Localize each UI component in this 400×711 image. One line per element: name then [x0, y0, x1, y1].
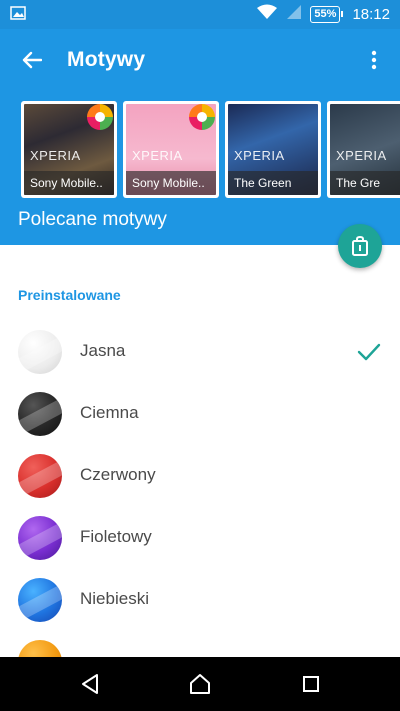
- featured-themes-carousel[interactable]: XPERIA Sony Mobile.. XPERIA Sony Mobile.…: [21, 101, 400, 198]
- nav-recents-button[interactable]: [296, 669, 326, 699]
- theme-row-niebieski[interactable]: Niebieski: [0, 569, 400, 631]
- theme-brand: XPERIA: [234, 148, 285, 163]
- theme-brand: XPERIA: [132, 148, 183, 163]
- theme-caption: The Gre: [330, 171, 400, 195]
- theme-preview-image: XPERIA The Gre: [330, 104, 400, 195]
- more-vert-icon: [371, 50, 377, 70]
- featured-theme-card[interactable]: XPERIA Sony Mobile..: [123, 101, 219, 198]
- theme-brand: XPERIA: [30, 148, 81, 163]
- theme-name: Ciemna: [80, 403, 139, 422]
- theme-row-partial[interactable]: [0, 631, 400, 657]
- theme-name: Fioletowy: [80, 527, 152, 546]
- back-button[interactable]: [14, 42, 50, 78]
- theme-caption: Sony Mobile..: [24, 171, 114, 195]
- app-bar: Motywy: [0, 29, 400, 91]
- featured-theme-card[interactable]: XPERIA Sony Mobile..: [21, 101, 117, 198]
- arrow-back-icon: [22, 51, 42, 69]
- cellular-signal-icon: [286, 4, 302, 25]
- system-navigation-bar: [0, 657, 400, 711]
- battery-indicator: 55%: [310, 6, 344, 23]
- nav-back-button[interactable]: [75, 669, 105, 699]
- featured-theme-card[interactable]: XPERIA The Gre: [327, 101, 400, 198]
- theme-name: Czerwony: [80, 465, 156, 484]
- theme-store-badge-icon: [87, 104, 113, 130]
- nav-home-button[interactable]: [185, 669, 215, 699]
- theme-row-czerwony[interactable]: Czerwony: [0, 445, 400, 507]
- theme-row-ciemna[interactable]: Ciemna: [0, 383, 400, 445]
- status-bar: 55% 18:12: [0, 0, 400, 29]
- theme-row-jasna[interactable]: Jasna: [0, 321, 400, 383]
- theme-store-fab[interactable]: [338, 224, 382, 268]
- wifi-icon: [256, 4, 278, 25]
- checkmark-icon: [357, 343, 381, 361]
- theme-name: Jasna: [80, 341, 126, 360]
- square-recents-icon: [303, 676, 319, 692]
- theme-color-swatch: [18, 392, 62, 436]
- featured-themes-label[interactable]: Polecane motywy: [18, 209, 167, 231]
- theme-color-swatch: [18, 578, 62, 622]
- theme-name: Niebieski: [80, 589, 149, 608]
- featured-themes-panel: XPERIA Sony Mobile.. XPERIA Sony Mobile.…: [0, 91, 400, 245]
- theme-color-swatch: [18, 640, 62, 657]
- shopping-bag-icon: [352, 236, 368, 256]
- theme-color-swatch: [18, 330, 62, 374]
- page-title: Motywy: [67, 48, 146, 71]
- home-icon: [190, 674, 210, 694]
- theme-brand: XPERIA: [336, 148, 387, 163]
- theme-caption: Sony Mobile..: [126, 171, 216, 195]
- theme-store-badge-icon: [189, 104, 215, 130]
- theme-caption: The Green: [228, 171, 318, 195]
- theme-color-swatch: [18, 516, 62, 560]
- featured-theme-card[interactable]: XPERIA The Green: [225, 101, 321, 198]
- theme-color-swatch: [18, 454, 62, 498]
- overflow-menu-button[interactable]: [358, 42, 390, 78]
- triangle-back-icon: [82, 674, 98, 694]
- theme-preview-image: XPERIA The Green: [228, 104, 318, 195]
- clock: 18:12: [352, 6, 390, 23]
- theme-row-fioletowy[interactable]: Fioletowy: [0, 507, 400, 569]
- section-header-preinstalled: Preinstalowane: [18, 287, 121, 303]
- image-notification-icon: [10, 6, 26, 20]
